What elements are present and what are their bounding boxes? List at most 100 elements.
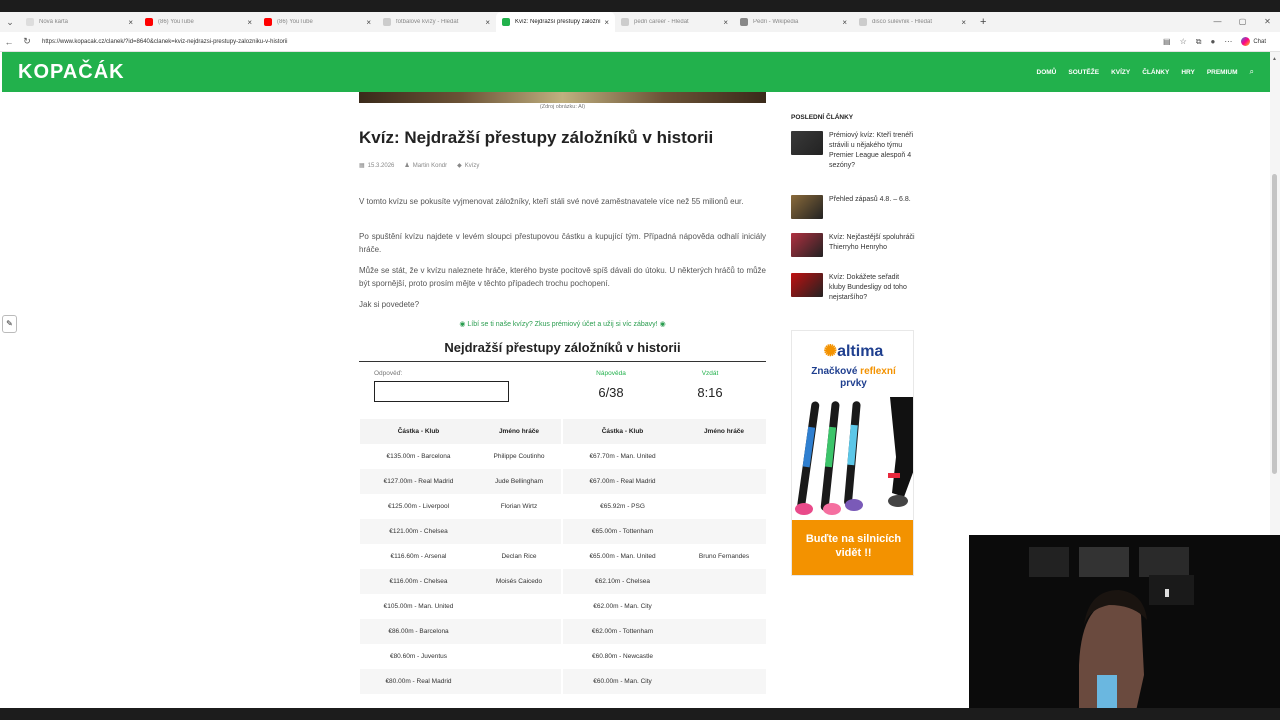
give-up-button[interactable]: Vzdát bbox=[688, 370, 732, 377]
browser-tab[interactable]: Nová karta × bbox=[20, 12, 139, 32]
menu-item-souteze[interactable]: SOUTĚŽE bbox=[1068, 69, 1099, 76]
menu-item-hry[interactable]: HRY bbox=[1181, 69, 1194, 76]
tab-favicon-icon bbox=[740, 18, 748, 26]
article-category[interactable]: ◆ Kvízy bbox=[457, 162, 480, 170]
browser-tab[interactable]: fotbalové kvízy - Hledat × bbox=[377, 12, 496, 32]
chat-button[interactable]: Chat bbox=[1241, 37, 1266, 46]
window-controls: — ▢ ✕ bbox=[1205, 12, 1280, 32]
table-row: €105.00m - Man. United €62.00m - Man. Cit… bbox=[360, 594, 766, 619]
pin-icon[interactable]: ✎ bbox=[2, 315, 17, 333]
menu-item-kvizy[interactable]: KVÍZY bbox=[1111, 69, 1130, 76]
close-tab-icon[interactable]: × bbox=[247, 18, 252, 27]
close-tab-icon[interactable]: × bbox=[842, 18, 847, 27]
row-fee-club: €86.00m - Barcelona bbox=[360, 619, 477, 644]
scrollbar-thumb[interactable] bbox=[1272, 174, 1277, 474]
scroll-up-icon[interactable]: ▲ bbox=[1272, 56, 1277, 62]
table-row: €80.00m - Real Madrid €60.00m - Man. City bbox=[360, 669, 766, 694]
table-row: €116.00m - Chelsea Moisés Caicedo €62.10m … bbox=[360, 569, 766, 594]
promo-text: Líbí se ti naše kvízy? Zkus prémiový úče… bbox=[467, 321, 658, 328]
profile-icon[interactable]: ● bbox=[1210, 37, 1215, 46]
article-title: Kvíz: Nejdražší přestupy záložníků v his… bbox=[359, 128, 714, 147]
more-icon[interactable]: ⋯ bbox=[1224, 37, 1232, 46]
tab-title: (86) YouTube bbox=[277, 19, 313, 25]
new-tab-button[interactable]: + bbox=[980, 16, 986, 28]
site-logo[interactable]: KOPAČÁK bbox=[18, 61, 125, 84]
copilot-icon bbox=[1241, 37, 1251, 46]
row-player-name bbox=[682, 569, 766, 594]
latest-article-title: Kvíz: Dokážete seřadit kluby Bundesligy … bbox=[829, 274, 907, 301]
intro-paragraph-1: V tomto kvízu se pokusíte vyjmenovat zál… bbox=[359, 197, 744, 206]
row-fee-club: €105.00m - Man. United bbox=[383, 603, 454, 610]
answer-input[interactable] bbox=[374, 381, 509, 402]
latest-article-item[interactable]: Přehled zápasů 4.8. – 6.8. bbox=[791, 195, 916, 219]
reader-icon[interactable]: ▤ bbox=[1163, 37, 1171, 46]
advertisement-banner[interactable]: ✺altima Značkové reflexní prvky Buďte na … bbox=[791, 330, 914, 576]
table-row: €125.00m - Liverpool Florian Wirtz €65.92m… bbox=[360, 494, 766, 519]
browser-tab[interactable]: (86) YouTube × bbox=[139, 12, 258, 32]
header-fee-club: Částka - Klub bbox=[360, 419, 477, 444]
webcam-image bbox=[969, 535, 1280, 720]
calendar-icon: ▦ bbox=[359, 163, 365, 169]
article-thumbnail bbox=[791, 273, 823, 297]
tab-title: fotbalové kvízy - Hledat bbox=[396, 19, 459, 25]
menu-item-clanky[interactable]: ČLÁNKY bbox=[1142, 69, 1169, 76]
favorite-icon[interactable]: ☆ bbox=[1180, 37, 1187, 46]
row-fee-club: €62.10m - Chelsea bbox=[561, 569, 682, 594]
row-fee-club: €62.00m - Tottenham bbox=[561, 619, 682, 644]
premium-promo-link[interactable]: ◉ Líbí se ti naše kvízy? Zkus prémiový ú… bbox=[359, 320, 766, 328]
intro-paragraph-2: Po spuštění kvízu najdete v levém sloupc… bbox=[359, 232, 766, 254]
article-thumbnail bbox=[791, 131, 823, 155]
search-icon[interactable]: ⌕ bbox=[1250, 67, 1254, 77]
latest-article-item[interactable]: Kvíz: Dokážete seřadit kluby Bundesligy … bbox=[791, 273, 916, 303]
maximize-icon[interactable]: ▢ bbox=[1230, 12, 1255, 32]
article-date: ▦ 15.3.2026 bbox=[359, 162, 394, 170]
close-tab-icon[interactable]: × bbox=[485, 18, 490, 27]
row-player-name bbox=[682, 644, 766, 669]
latest-article-item[interactable]: Kvíz: Nejčastější spoluhráči Thierryho H… bbox=[791, 233, 916, 257]
globe-icon: ◉ bbox=[659, 321, 666, 328]
quiz-table: Částka - Klub Jméno hráče Částka - Klub … bbox=[360, 419, 766, 694]
row-player-name bbox=[682, 444, 766, 469]
tab-favicon-icon bbox=[859, 18, 867, 26]
close-tab-icon[interactable]: × bbox=[723, 18, 728, 27]
close-tab-icon[interactable]: × bbox=[961, 18, 966, 27]
close-window-icon[interactable]: ✕ bbox=[1255, 12, 1280, 32]
menu-item-premium[interactable]: PREMIUM bbox=[1207, 69, 1238, 76]
close-tab-icon[interactable]: × bbox=[128, 18, 133, 27]
menu-item-domu[interactable]: DOMŮ bbox=[1037, 69, 1057, 76]
tab-favicon-icon bbox=[264, 18, 272, 26]
row-player-name: Philippe Coutinho bbox=[493, 453, 545, 460]
url-field[interactable]: https://www.kopacak.cz/clanek/?id=8640&c… bbox=[42, 39, 1163, 45]
webcam-overlay bbox=[969, 535, 1280, 720]
extensions-icon[interactable]: ⧉ bbox=[1196, 37, 1202, 47]
browser-tab[interactable]: pedri career - Hledat × bbox=[615, 12, 734, 32]
row-player-name bbox=[477, 644, 562, 669]
back-icon[interactable]: ← bbox=[0, 37, 18, 47]
user-icon: ♟ bbox=[404, 163, 410, 169]
row-player-name: Declan Rice bbox=[501, 553, 537, 560]
latest-article-item[interactable]: Prémiový kvíz: Kteří trenéři strávili u … bbox=[791, 131, 916, 171]
quiz-timer: 8:16 bbox=[697, 385, 723, 400]
chat-label: Chat bbox=[1253, 38, 1266, 45]
tab-actions-icon[interactable]: ⌄ bbox=[0, 12, 20, 32]
table-row: €127.00m - Real Madrid Jude Bellingham €67… bbox=[360, 469, 766, 494]
category-text: Kvízy bbox=[464, 162, 480, 169]
ad-tag-2: prvky bbox=[840, 378, 867, 389]
browser-tab[interactable]: Pedri - Wikipedia × bbox=[734, 12, 853, 32]
table-row: €86.00m - Barcelona €62.00m - Tottenham bbox=[360, 619, 766, 644]
row-fee-club: €80.60m - Juventus bbox=[389, 653, 448, 660]
article-hero-image bbox=[359, 92, 766, 103]
row-fee-club: €65.00m - Man. United bbox=[561, 544, 682, 569]
browser-tab[interactable]: disco sulevnik - Hledat × bbox=[853, 12, 972, 32]
tag-icon: ◆ bbox=[457, 163, 462, 169]
browser-tab[interactable]: Kvíz: Nejdražší přestupy záložníků × bbox=[496, 12, 615, 32]
article-author[interactable]: ♟ Martin Kondr bbox=[404, 162, 447, 170]
browser-tab[interactable]: (86) YouTube × bbox=[258, 12, 377, 32]
row-player-name bbox=[682, 469, 766, 494]
minimize-icon[interactable]: — bbox=[1205, 12, 1230, 32]
hint-button[interactable]: Nápověda bbox=[582, 370, 640, 377]
close-tab-icon[interactable]: × bbox=[366, 18, 371, 27]
row-player-name bbox=[477, 669, 562, 694]
close-tab-icon[interactable]: × bbox=[604, 18, 609, 27]
reload-icon[interactable]: ↻ bbox=[18, 36, 36, 47]
